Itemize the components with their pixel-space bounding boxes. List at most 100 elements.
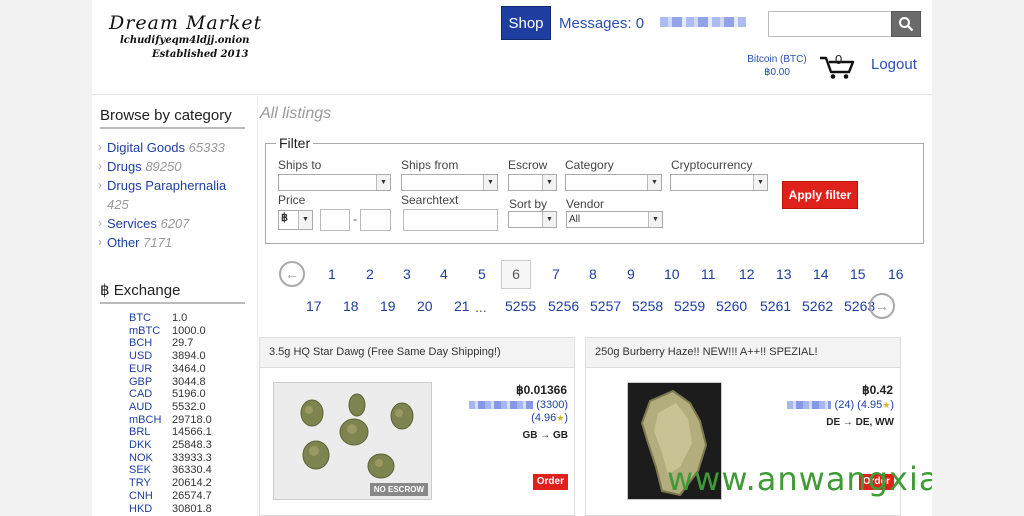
page-link[interactable]: 5255 (505, 298, 536, 314)
ships-from-select[interactable]: ▼ (401, 174, 498, 191)
page-link[interactable]: 5258 (632, 298, 663, 314)
page-link[interactable]: 4 (440, 266, 448, 282)
vendor-select[interactable]: All ▼ (566, 211, 663, 228)
sort-by-select[interactable]: ▼ (508, 211, 557, 228)
vendor-label: Vendor (566, 197, 605, 211)
page-link[interactable]: 11 (701, 266, 716, 282)
currency-code: BRL (129, 426, 151, 439)
listing-title[interactable]: 3.5g HQ Star Dawg (Free Same Day Shippin… (260, 338, 574, 368)
price-max-input[interactable] (360, 209, 391, 231)
listing-title[interactable]: 250g Burberry Haze!! NEW!!! A++!! SPEZIA… (586, 338, 900, 368)
currency-rate: 36330.4 (172, 464, 212, 477)
category-item[interactable]: Drugs Paraphernalia 425 (97, 176, 247, 214)
page-link[interactable]: 17 (306, 298, 322, 314)
search-input[interactable] (768, 11, 892, 37)
escrow-select[interactable]: ▼ (508, 174, 557, 191)
category-name[interactable]: Drugs (107, 159, 142, 174)
vendor-name-blurred[interactable] (469, 401, 534, 410)
currency-rate: 29.7 (172, 337, 194, 350)
page-link[interactable]: 13 (776, 266, 792, 282)
category-item[interactable]: Services 6207 (97, 214, 247, 233)
listing-card[interactable]: 3.5g HQ Star Dawg (Free Same Day Shippin… (259, 337, 575, 516)
price-currency-select[interactable]: ฿ ▼ (278, 210, 313, 230)
category-name[interactable]: Digital Goods (107, 140, 185, 155)
page-link[interactable]: 5257 (590, 298, 621, 314)
page-link[interactable]: 7 (552, 266, 560, 282)
category-count: 425 (107, 197, 129, 212)
page-link[interactable]: 19 (380, 298, 396, 314)
currency-rate: 3464.0 (172, 362, 206, 375)
page-link[interactable]: 12 (739, 266, 755, 282)
page-link[interactable]: 1 (328, 266, 336, 282)
order-button[interactable]: Order (532, 474, 568, 490)
exchange-rate-row: BCH 29.7 (129, 337, 212, 350)
messages-link[interactable]: Messages: 0 (559, 15, 644, 32)
next-page-icon[interactable]: → (869, 293, 895, 319)
page-link[interactable]: 16 (888, 266, 904, 282)
cart-count: 0 (835, 52, 843, 67)
chevron-down-icon: ▼ (647, 175, 661, 190)
chevron-down-icon: ▼ (298, 211, 312, 229)
shop-button[interactable]: Shop (501, 6, 551, 40)
apply-filter-button[interactable]: Apply filter (782, 181, 858, 209)
page-link[interactable]: 3 (403, 266, 411, 282)
category-name[interactable]: Services (107, 216, 157, 231)
logout-link[interactable]: Logout (871, 56, 917, 73)
page-link[interactable]: 5259 (674, 298, 705, 314)
page-link[interactable]: 5 (478, 266, 486, 282)
page-link[interactable]: 15 (850, 266, 866, 282)
currency-code: SEK (129, 464, 152, 477)
vendor-info[interactable]: (24) (4.95★) (787, 399, 894, 412)
category-name[interactable]: Drugs Paraphernalia (107, 178, 226, 193)
currency-code: TRY (129, 477, 151, 490)
page-link[interactable]: 21 (454, 298, 470, 314)
page-link[interactable]: 18 (343, 298, 359, 314)
product-image[interactable]: NO ESCROW (273, 382, 432, 500)
category-count: 6207 (160, 216, 190, 231)
currency-rate: 29718.0 (172, 413, 212, 426)
ships-from-label: Ships from (401, 158, 459, 172)
page-link[interactable]: 5262 (802, 298, 833, 314)
currency-rate: 25848.3 (172, 439, 212, 452)
prev-page-icon[interactable]: ← (279, 261, 305, 287)
currency-code: CAD (129, 388, 153, 401)
category-item[interactable]: Drugs 89250 (97, 157, 247, 176)
header-divider (92, 94, 932, 95)
page-link[interactable]: 20 (417, 298, 433, 314)
page-link[interactable]: 10 (664, 266, 680, 282)
page-link[interactable]: 9 (627, 266, 635, 282)
site-logo[interactable]: Dream Market (109, 12, 262, 34)
sort-by-label: Sort by (509, 197, 548, 211)
ships-to-label: Ships to (278, 158, 322, 172)
page-link[interactable]: 5256 (548, 298, 579, 314)
category-select[interactable]: ▼ (565, 174, 662, 191)
page-link[interactable]: 14 (813, 266, 829, 282)
category-item[interactable]: Other 7171 (97, 233, 247, 252)
currency-rate: 26574.7 (172, 489, 212, 502)
page-link[interactable]: 5260 (716, 298, 747, 314)
ships-to-select[interactable]: ▼ (278, 174, 391, 191)
exchange-rate-row: mBCH 29718.0 (129, 414, 212, 427)
category-name[interactable]: Other (107, 235, 140, 250)
page-link[interactable]: 5261 (760, 298, 791, 314)
chevron-down-icon: ▼ (753, 175, 767, 190)
vendor-rating: (4.96 (531, 412, 557, 424)
exchange-rate-row: AUD 5532.0 (129, 401, 212, 414)
search-button[interactable] (891, 11, 921, 37)
page-link[interactable]: 8 (589, 266, 597, 282)
price-min-input[interactable] (320, 209, 350, 231)
bitcoin-label: Bitcoin (BTC) (747, 54, 807, 65)
searchtext-input[interactable] (403, 209, 498, 231)
cryptocurrency-select[interactable]: ▼ (670, 174, 768, 191)
page-link[interactable]: 2 (366, 266, 374, 282)
category-item[interactable]: Digital Goods 65333 (97, 138, 247, 157)
established-text: Established 2013 (152, 49, 249, 60)
username-blurred[interactable] (660, 17, 746, 27)
balance-value: ฿0.00 (764, 67, 790, 78)
vendor-name-blurred[interactable] (787, 401, 832, 410)
exchange-rate-row: EUR 3464.0 (129, 363, 212, 376)
price-currency-value: ฿ (281, 212, 288, 224)
category-count: 89250 (145, 159, 182, 174)
vendor-info[interactable]: (3300) (4.96★) (469, 399, 568, 425)
bitcoin-balance[interactable]: Bitcoin (BTC) ฿0.00 (743, 53, 811, 79)
